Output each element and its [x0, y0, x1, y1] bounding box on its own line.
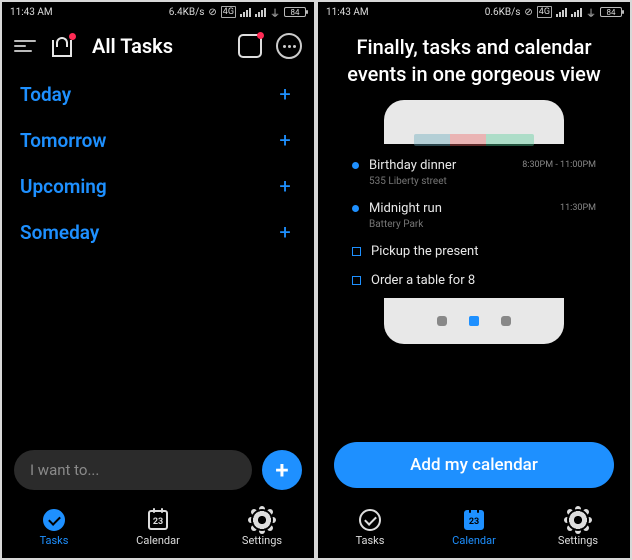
task-item: Pickup the present [352, 244, 596, 259]
event-dot-icon [352, 205, 359, 212]
gear-icon [251, 509, 273, 531]
checkbox-icon [352, 276, 361, 285]
tab-label: Settings [242, 534, 282, 547]
battery-icon: 84 [600, 7, 622, 17]
tab-label: Settings [558, 534, 598, 547]
status-time: 11:43 AM [326, 7, 369, 18]
promo-illustration: Birthday dinner535 Liberty street 8:30PM… [318, 92, 630, 442]
tab-label: Tasks [356, 534, 385, 547]
section-today[interactable]: Today + [20, 82, 296, 106]
tab-calendar[interactable]: 23 Calendar [422, 498, 526, 558]
add-task-icon[interactable]: + [274, 82, 296, 106]
signal-icon [556, 8, 567, 17]
add-task-icon[interactable]: + [274, 174, 296, 198]
tab-label: Tasks [40, 534, 69, 547]
section-label: Tomorrow [20, 129, 106, 152]
wifi-icon: ⏚ [270, 5, 280, 20]
sim-icon: 4G [537, 6, 552, 18]
tab-label: Calendar [136, 534, 180, 547]
add-task-icon[interactable]: + [274, 128, 296, 152]
app-header: All Tasks [2, 22, 314, 70]
section-tomorrow[interactable]: Tomorrow + [20, 128, 296, 152]
bottom-tabbar: Tasks 23 Calendar Settings [2, 498, 314, 558]
section-upcoming[interactable]: Upcoming + [20, 174, 296, 198]
signal-icon [240, 8, 251, 17]
section-label: Today [20, 83, 71, 106]
tab-label: Calendar [452, 534, 496, 547]
basket-icon[interactable] [50, 35, 74, 57]
checkbox-icon [352, 247, 361, 256]
signal2-icon [571, 8, 582, 17]
task-item: Order a table for 8 [352, 273, 596, 288]
menu-icon[interactable] [14, 40, 36, 52]
status-net: 6.4KB/s [169, 7, 205, 18]
no-disturb-icon: ⊘ [524, 7, 532, 18]
section-someday[interactable]: Someday + [20, 220, 296, 244]
tab-settings[interactable]: Settings [210, 498, 314, 558]
add-calendar-button[interactable]: Add my calendar [334, 442, 614, 488]
section-list: Today + Tomorrow + Upcoming + Someday + [2, 76, 314, 450]
gear-icon [567, 509, 589, 531]
overflow-menu-icon[interactable] [276, 33, 302, 59]
battery-icon: 84 [284, 7, 306, 17]
page-title: All Tasks [92, 34, 173, 58]
add-task-icon[interactable]: + [274, 220, 296, 244]
event-dot-icon [352, 162, 359, 169]
quick-add-row: I want to... + [2, 450, 314, 498]
event-item: Midnight runBattery Park 11:30PM [352, 201, 596, 230]
event-item: Birthday dinner535 Liberty street 8:30PM… [352, 158, 596, 187]
calendar-icon: 23 [148, 510, 168, 530]
wifi-icon: ⏚ [586, 5, 596, 20]
tab-tasks[interactable]: Tasks [318, 498, 422, 558]
notifications-icon[interactable] [238, 34, 262, 58]
screen-calendar-promo: 11:43 AM 0.6KB/s ⊘ 4G ⏚ 84 Finally, task… [318, 2, 630, 558]
quick-add-input[interactable]: I want to... [14, 450, 252, 490]
tab-tasks[interactable]: Tasks [2, 498, 106, 558]
signal2-icon [255, 8, 266, 17]
phone-mock-bottom [384, 298, 564, 344]
sample-events: Birthday dinner535 Liberty street 8:30PM… [318, 158, 630, 288]
tasks-icon [43, 509, 65, 531]
tab-settings[interactable]: Settings [526, 498, 630, 558]
sim-icon: 4G [221, 6, 236, 18]
tab-calendar[interactable]: 23 Calendar [106, 498, 210, 558]
fab-add-button[interactable]: + [262, 450, 302, 490]
status-net: 0.6KB/s [485, 7, 521, 18]
calendar-icon: 23 [464, 510, 484, 530]
status-bar: 11:43 AM 6.4KB/s ⊘ 4G ⏚ 84 [2, 2, 314, 22]
section-label: Upcoming [20, 175, 107, 198]
bottom-tabbar: Tasks 23 Calendar Settings [318, 498, 630, 558]
screen-tasks: 11:43 AM 6.4KB/s ⊘ 4G ⏚ 84 All Tasks Tod… [2, 2, 314, 558]
section-label: Someday [20, 221, 99, 244]
no-disturb-icon: ⊘ [208, 7, 216, 18]
status-bar: 11:43 AM 0.6KB/s ⊘ 4G ⏚ 84 [318, 2, 630, 22]
phone-mock-top [384, 100, 564, 144]
status-time: 11:43 AM [10, 7, 53, 18]
promo-headline: Finally, tasks and calendar events in on… [318, 22, 630, 92]
tasks-icon [359, 509, 381, 531]
